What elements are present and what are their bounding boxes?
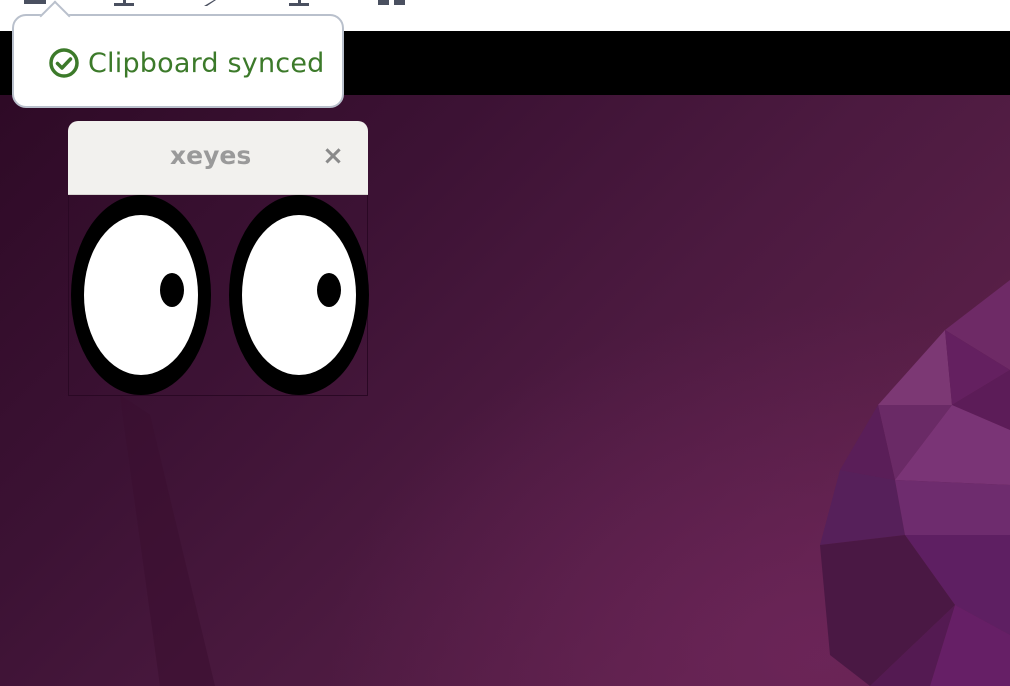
xeyes-window[interactable]: xeyes × bbox=[68, 121, 369, 396]
xeyes-canvas bbox=[68, 195, 369, 396]
grid-icon[interactable] bbox=[378, 0, 408, 8]
keyboard-icon[interactable] bbox=[112, 0, 136, 8]
notification-message: Clipboard synced bbox=[88, 47, 325, 79]
back-icon[interactable] bbox=[198, 0, 218, 8]
menu-icon[interactable] bbox=[24, 0, 48, 8]
eyes-graphic bbox=[71, 195, 369, 395]
screen: xeyes × Clipboard synced bbox=[0, 0, 1010, 686]
left-pupil bbox=[160, 273, 184, 307]
close-button[interactable]: × bbox=[318, 141, 348, 171]
right-pupil bbox=[317, 273, 341, 307]
window-titlebar[interactable]: xeyes × bbox=[68, 121, 368, 195]
clipboard-notification: Clipboard synced bbox=[12, 0, 344, 108]
check-circle-icon bbox=[49, 48, 79, 78]
window-title: xeyes bbox=[170, 141, 252, 170]
upload-icon[interactable] bbox=[287, 0, 311, 8]
